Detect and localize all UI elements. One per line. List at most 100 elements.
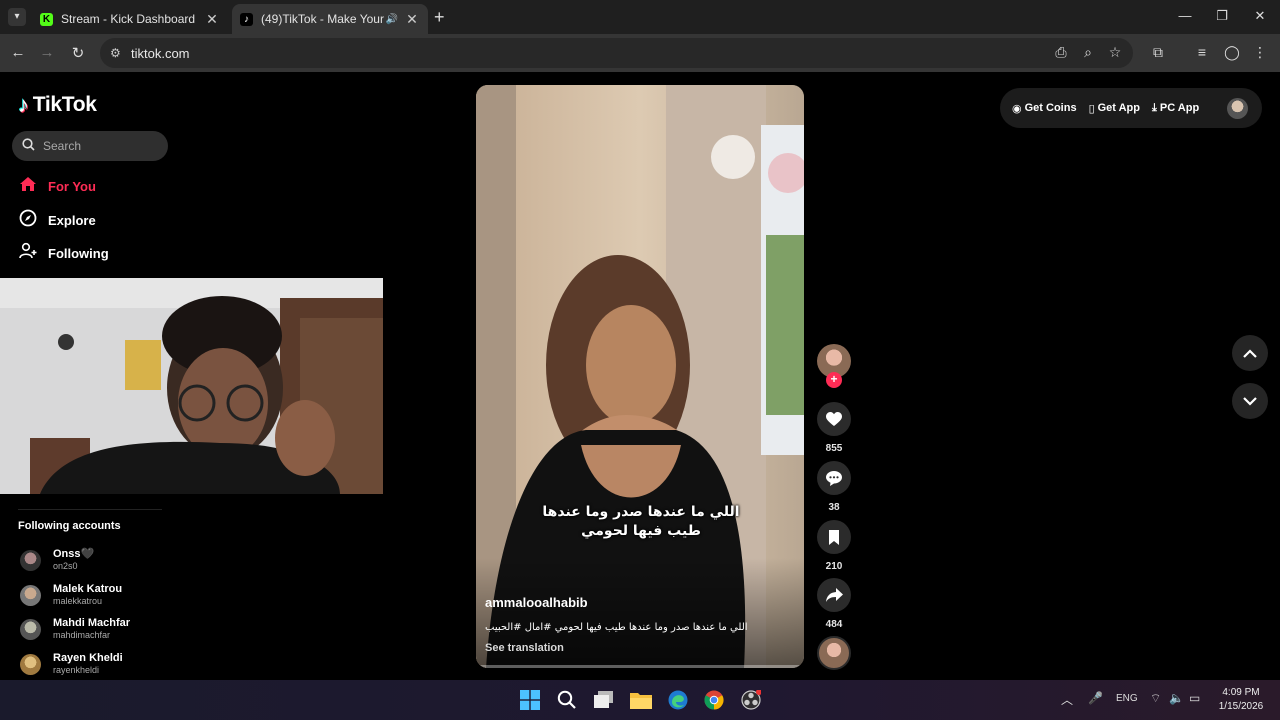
browser-toolbar: ← → ↻ ⚙ tiktok.com ⎙ ⌕ ☆ ⧉ ≡ ◯ ⋮ (0, 34, 1280, 72)
like-count: 855 (825, 443, 843, 454)
search-input[interactable] (43, 139, 153, 153)
reload-icon[interactable]: ↻ (68, 44, 88, 62)
button-label: Get Coins (1024, 102, 1077, 114)
language-indicator[interactable]: ENG (1116, 693, 1138, 704)
tab-kick-dashboard[interactable]: K Stream - Kick Dashboard ✕ (32, 4, 228, 34)
previous-video-button[interactable] (1232, 335, 1268, 371)
tab-title: (49)TikTok - Make Your Day (261, 12, 384, 26)
person-icon (18, 242, 38, 265)
account-name: Mahdi Machfar (53, 617, 131, 629)
button-label: PC App (1159, 102, 1200, 114)
nav-label: Following (48, 246, 109, 261)
compass-icon (18, 209, 38, 232)
install-app-icon[interactable]: ⎙ (1051, 44, 1071, 61)
following-account-item[interactable]: Mahdi Machfar mahdimachfar (20, 617, 130, 641)
profile-icon[interactable]: ◯ (1222, 44, 1242, 61)
account-handle: rayenkheldi (53, 665, 100, 675)
tiktok-logo[interactable]: ♪ TikTok (18, 92, 97, 118)
chevron-up-icon[interactable]: ︿ (1061, 691, 1073, 708)
nav-following[interactable]: Following (18, 242, 109, 265)
video-player[interactable]: اللي ما عندها صدر وما عندها طيب فيها لحو… (476, 85, 804, 668)
close-window-icon[interactable]: ✕ (1250, 8, 1270, 24)
see-translation-link[interactable]: See translation (485, 642, 564, 654)
account-name: Malek Katrou (53, 583, 123, 595)
task-view-icon[interactable] (592, 688, 616, 712)
system-clock[interactable]: 4:09 PM 1/15/2026 (1210, 686, 1272, 714)
search-box[interactable] (12, 131, 168, 161)
logo-text: TikTok (32, 93, 97, 116)
profile-avatar[interactable] (1227, 98, 1248, 119)
follow-plus-button[interactable]: + (826, 372, 842, 388)
browser-tab-strip: ▾ K Stream - Kick Dashboard ✕ ♪ (49)TikT… (0, 0, 1280, 34)
account-handle: mahdimachfar (53, 630, 111, 640)
video-progress-bar[interactable] (476, 665, 804, 668)
video-description: اللي ما عندها صدر وما عندها طيب فيها لحو… (485, 622, 748, 633)
search-icon[interactable] (555, 688, 579, 712)
media-controls-icon[interactable]: ≡ (1192, 44, 1212, 60)
divider (18, 509, 162, 510)
microphone-icon[interactable]: 🎤 (1088, 691, 1103, 705)
following-account-item[interactable]: Rayen Kheldi rayenkheldi (20, 652, 123, 676)
like-button[interactable]: 855 (816, 402, 852, 454)
file-explorer-icon[interactable] (629, 688, 653, 712)
close-tab-icon[interactable]: ✕ (404, 11, 420, 28)
download-icon: ⤓ (1152, 101, 1157, 114)
menu-kebab-icon[interactable]: ⋮ (1250, 44, 1270, 61)
nav-explore[interactable]: Explore (18, 209, 96, 232)
chevron-up-icon (1243, 348, 1257, 358)
avatar (20, 618, 41, 640)
zoom-icon[interactable]: ⌕ (1078, 44, 1098, 61)
nav-for-you[interactable]: For You (18, 176, 96, 197)
speaker-icon[interactable]: 🔊 (384, 14, 400, 25)
following-account-item[interactable]: Malek Katrou malekkatrou (20, 583, 122, 607)
tiktok-page: ♪ TikTok For You Explore Following (0, 72, 1280, 680)
save-button[interactable]: 210 (816, 520, 852, 572)
share-icon[interactable] (817, 578, 851, 612)
bookmark-icon[interactable] (817, 520, 851, 554)
minimize-icon[interactable]: — (1175, 8, 1195, 23)
restore-icon[interactable]: ❐ (1212, 8, 1232, 24)
music-disc-icon[interactable] (817, 636, 851, 670)
windows-taskbar: ︿ 🎤 ENG ⌔ 🔈 ▭ 4:09 PM 1/15/2026 (0, 680, 1280, 720)
get-coins-button[interactable]: ◉ Get Coins (1012, 102, 1077, 115)
obs-icon[interactable] (739, 688, 763, 712)
caption-line: طيب فيها لحومي (581, 523, 701, 539)
site-info-icon[interactable]: ⚙ (110, 46, 121, 60)
wifi-icon[interactable]: ⌔ (1150, 691, 1161, 706)
following-account-item[interactable]: Onss🖤 on2s0 (20, 548, 94, 572)
chevron-down-icon (1243, 396, 1257, 406)
next-video-button[interactable] (1232, 383, 1268, 419)
search-icon (22, 138, 35, 154)
volume-icon[interactable]: 🔈 (1169, 691, 1184, 705)
video-author[interactable]: ammalooalhabib (485, 595, 588, 610)
account-name: Rayen Kheldi (53, 652, 123, 664)
get-app-button[interactable]: ▯ Get App (1089, 102, 1140, 115)
comment-icon[interactable] (817, 461, 851, 495)
kick-icon: K (40, 12, 53, 26)
account-handle: malekkatrou (53, 596, 103, 606)
home-icon (18, 176, 38, 197)
tab-search-button[interactable]: ▾ (8, 8, 26, 26)
tiktok-icon: ♪ (240, 12, 253, 26)
close-tab-icon[interactable]: ✕ (204, 11, 220, 28)
url-text[interactable]: tiktok.com (131, 46, 190, 61)
windows-start-icon[interactable] (518, 688, 542, 712)
new-tab-button[interactable]: + (434, 7, 445, 28)
comment-count: 38 (828, 502, 840, 513)
address-bar[interactable]: ⚙ tiktok.com (100, 38, 1133, 68)
extensions-icon[interactable]: ⧉ (1148, 44, 1168, 61)
share-button[interactable]: 484 (816, 578, 852, 630)
coin-icon: ◉ (1012, 102, 1022, 115)
comment-button[interactable]: 38 (816, 461, 852, 513)
bookmark-star-icon[interactable]: ☆ (1105, 44, 1125, 61)
chrome-icon[interactable] (702, 688, 726, 712)
edge-icon[interactable] (666, 688, 690, 712)
forward-icon[interactable]: → (37, 44, 57, 61)
phone-icon: ▯ (1088, 102, 1095, 115)
heart-icon[interactable] (817, 402, 851, 436)
pc-app-button[interactable]: ⤓ PC App (1152, 102, 1199, 115)
tiktok-icon: ♪ (18, 92, 29, 117)
tab-tiktok[interactable]: ♪ (49)TikTok - Make Your Day 🔊 ✕ (232, 4, 428, 34)
battery-icon[interactable]: ▭ (1189, 691, 1200, 705)
back-icon[interactable]: ← (8, 44, 28, 61)
